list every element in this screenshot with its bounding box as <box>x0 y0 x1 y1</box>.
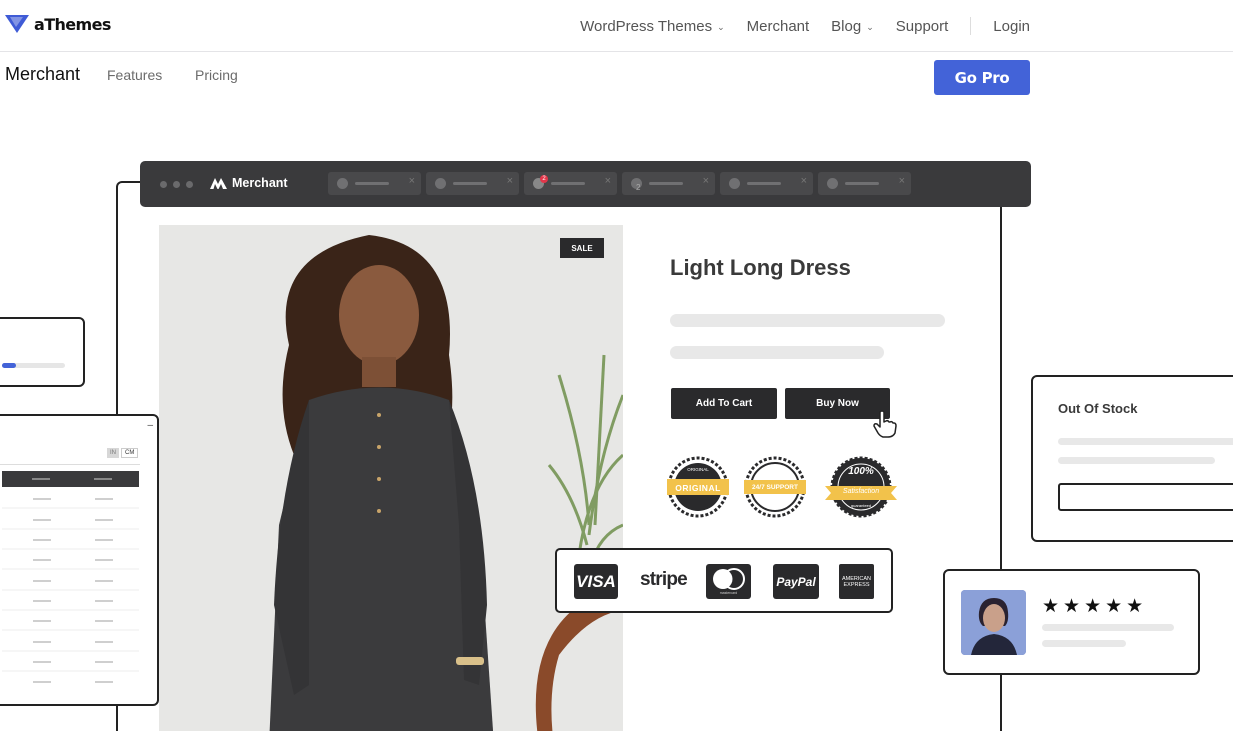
top-navigation-bar: aThemes WordPress Themes ⌄ Merchant Blog… <box>0 0 1233 52</box>
nav-label: Merchant <box>746 17 810 35</box>
product-title: Light Long Dress <box>670 255 851 280</box>
description-placeholder <box>670 346 884 359</box>
browser-brand-label: Merchant <box>232 176 288 190</box>
browser-tab[interactable]: × <box>818 172 911 195</box>
nav-label: Blog <box>831 17 862 35</box>
nav-divider <box>970 17 972 35</box>
main-nav: WordPress Themes ⌄ Merchant Blog ⌄ Suppo… <box>580 0 1030 52</box>
placeholder-line <box>1058 457 1215 464</box>
unit-in: IN <box>107 448 119 458</box>
avatar <box>961 590 1026 655</box>
trust-badge-original: ORIGINAL ORIGINAL <box>667 456 729 523</box>
badge-main-text: ORIGINAL <box>675 483 721 493</box>
model-photo <box>159 225 623 731</box>
athemes-logo-icon <box>5 15 29 33</box>
go-pro-button[interactable]: Go Pro <box>934 60 1030 95</box>
browser-tab[interactable]: × <box>426 172 519 195</box>
browser-tab[interactable]: 2 × <box>622 172 715 195</box>
merchant-logo-icon <box>210 178 227 189</box>
nav-item-blog[interactable]: Blog ⌄ <box>831 18 874 35</box>
login-link[interactable]: Login <box>993 18 1030 35</box>
browser-tab[interactable]: × <box>720 172 813 195</box>
tab-sub-count: 2 <box>636 183 641 192</box>
nav-item-wordpress-themes[interactable]: WordPress Themes ⌄ <box>580 18 725 35</box>
cart-count-badge: 2 <box>540 175 548 183</box>
brand-name: aThemes <box>34 14 111 34</box>
browser-tabs: × × 2 × 2 × × × <box>328 172 911 195</box>
badge-sub-text: guaranteed <box>850 503 872 508</box>
visa-logo: VISA <box>574 564 618 599</box>
mastercard-label: mastercard <box>719 591 738 595</box>
login-label: Login <box>993 17 1030 35</box>
sale-badge: SALE <box>560 238 604 258</box>
description-placeholder <box>670 314 945 327</box>
browser-tab[interactable]: × <box>328 172 421 195</box>
nav-label: Support <box>895 17 949 35</box>
browser-toolbar: Merchant × × 2 × 2 × × × <box>140 161 1031 207</box>
unit-cm: CM <box>121 448 139 458</box>
rating-stars: ★★★★★ <box>1042 596 1148 617</box>
reviewer-photo <box>961 590 1026 655</box>
athemes-logo[interactable]: aThemes <box>5 14 111 34</box>
nav-item-support[interactable]: Support <box>896 18 949 35</box>
stripe-logo: stripe <box>640 569 688 590</box>
window-controls <box>160 181 193 188</box>
unit-toggle: IN CM <box>107 448 139 458</box>
progress-track <box>2 363 65 368</box>
hero-illustration: – IN CM Merchant × × 2 × 2 × × × SALE Li… <box>0 104 1233 731</box>
badge-top-text: ORIGINAL <box>687 467 709 472</box>
trust-badge-support: 24/7 SUPPORT <box>744 456 806 523</box>
table-divider <box>0 464 140 465</box>
trust-badge-satisfaction: 100% Satisfaction guaranteed <box>825 456 897 523</box>
nav-label: WordPress Themes <box>580 17 713 35</box>
chevron-down-icon: ⌄ <box>717 21 725 32</box>
subnav-link-features[interactable]: Features <box>107 67 162 83</box>
notify-input[interactable] <box>1058 483 1233 511</box>
progress-card <box>0 317 85 387</box>
minimize-icon: – <box>147 420 153 431</box>
product-subnav: Merchant Features Pricing Go Pro <box>0 52 1233 104</box>
review-card: ★★★★★ <box>943 569 1200 675</box>
add-to-cart-button[interactable]: Add To Cart <box>671 388 777 419</box>
badge-main-text: Satisfaction <box>842 488 880 495</box>
browser-tab-cart[interactable]: 2 × <box>524 172 617 195</box>
size-chart-card: – IN CM <box>0 414 159 706</box>
size-chart-table <box>2 471 139 683</box>
placeholder-line <box>1058 438 1233 445</box>
progress-fill <box>2 363 16 368</box>
out-of-stock-title: Out Of Stock <box>1058 401 1138 416</box>
close-icon[interactable]: × <box>703 175 709 187</box>
placeholder-line <box>1042 640 1126 647</box>
payment-methods-card: VISA stripe mastercard PayPal AMERICAN E… <box>555 548 893 613</box>
hand-cursor-icon <box>873 410 897 438</box>
badge-main-text: 24/7 SUPPORT <box>752 484 798 491</box>
close-icon[interactable]: × <box>507 175 513 187</box>
close-icon[interactable]: × <box>605 175 611 187</box>
out-of-stock-card: Out Of Stock <box>1031 375 1233 542</box>
close-icon[interactable]: × <box>801 175 807 187</box>
badge-top-text: 100% <box>848 466 874 477</box>
close-icon[interactable]: × <box>409 175 415 187</box>
nav-item-merchant[interactable]: Merchant <box>747 18 810 35</box>
subnav-title[interactable]: Merchant <box>5 64 80 85</box>
paypal-logo: PayPal <box>773 564 819 599</box>
browser-brand: Merchant <box>210 176 288 190</box>
placeholder-line <box>1042 624 1174 631</box>
mastercard-logo: mastercard <box>706 564 751 599</box>
chevron-down-icon: ⌄ <box>866 21 874 32</box>
amex-logo: AMERICAN EXPRESS <box>839 564 874 599</box>
subnav-link-pricing[interactable]: Pricing <box>195 67 238 83</box>
close-icon[interactable]: × <box>899 175 905 187</box>
product-image: SALE <box>159 225 623 731</box>
